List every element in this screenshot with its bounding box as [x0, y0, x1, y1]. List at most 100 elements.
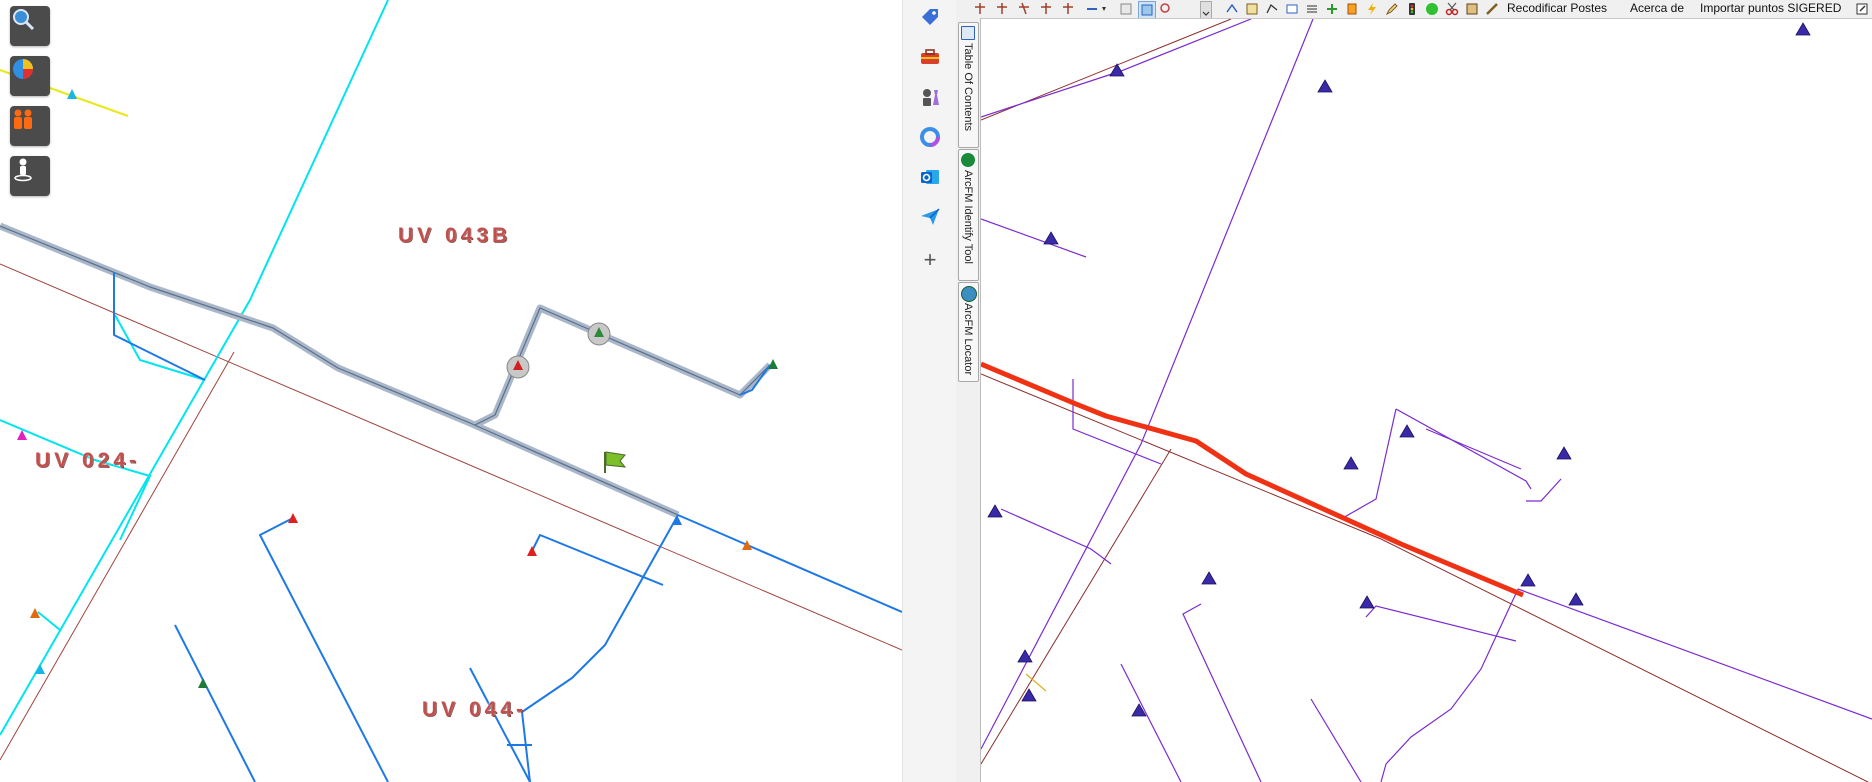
tool-button[interactable]: [1304, 1, 1320, 17]
add-app-button[interactable]: +: [917, 247, 943, 273]
tool-button[interactable]: [1364, 1, 1380, 17]
tool-button[interactable]: [994, 1, 1010, 17]
tool-button[interactable]: [1038, 1, 1054, 17]
magnifier-globe-icon: [13, 9, 35, 31]
feeder-lines: [0, 0, 389, 736]
tool-button[interactable]: [1244, 1, 1260, 17]
selected-line-segment[interactable]: [981, 361, 1524, 598]
pole-symbol[interactable]: [987, 504, 1003, 518]
parcel-lines: [0, 263, 902, 761]
pole-symbol[interactable]: [1568, 592, 1584, 606]
arc-parcel-lines: [981, 19, 1870, 782]
send-app-button[interactable]: [917, 204, 943, 230]
outlook-icon: [921, 170, 939, 184]
chevron-down-icon: [1202, 11, 1210, 16]
tool-button-active[interactable]: [1138, 1, 1156, 18]
arcmap-toolbar: Recodificar Postes Acerca de Importar pu…: [956, 0, 1872, 19]
arcmap-window: Recodificar Postes Acerca de Importar pu…: [956, 0, 1872, 782]
primary-branch-mid: [529, 534, 664, 586]
pie-chart-tool-button[interactable]: [10, 56, 50, 96]
chess-app-button[interactable]: [917, 84, 943, 110]
tool-button[interactable]: [1016, 1, 1032, 17]
tag-app-button[interactable]: [917, 4, 943, 30]
person-pin-icon: [14, 158, 32, 182]
toolbox-icon: [921, 49, 939, 64]
pole-symbol[interactable]: [1399, 424, 1415, 438]
chess-figure-icon: [923, 89, 939, 106]
zoom-search-tool-button[interactable]: [10, 6, 50, 46]
acerca-de-button[interactable]: Acerca de: [1630, 0, 1684, 16]
list-tool-icon: [1307, 5, 1317, 13]
pole-symbol[interactable]: [1359, 595, 1375, 609]
pole-symbol[interactable]: [1520, 573, 1536, 587]
web-map-view[interactable]: UV 043B UV 024- UV 044-: [0, 0, 902, 782]
edit-box-icon: [1856, 3, 1868, 15]
pole-marker-red[interactable]: [288, 513, 298, 523]
map-label-uv-043b: UV 043B: [398, 224, 512, 247]
pole-symbol[interactable]: [1317, 79, 1333, 93]
app-sidebar: +: [902, 0, 958, 782]
map-label-uv-044: UV 044-: [422, 698, 528, 721]
tool-button[interactable]: [1060, 1, 1076, 17]
arcmap-canvas[interactable]: [981, 19, 1872, 782]
scissors-icon: [1445, 2, 1459, 16]
map-tool-icon: [1141, 4, 1153, 16]
tool-button[interactable]: [1424, 1, 1440, 17]
tool-button[interactable]: [1854, 1, 1870, 17]
tool-button[interactable]: [1384, 1, 1400, 17]
pole-marker-green[interactable]: [198, 678, 208, 688]
scroll-button[interactable]: [1200, 1, 1212, 18]
arcmap-data-frame[interactable]: [981, 19, 1872, 782]
outlook-app-button[interactable]: [917, 164, 943, 190]
edit-pencil-icon: [1385, 3, 1398, 16]
arc-network-lines: [981, 19, 1872, 782]
tool-button[interactable]: [1404, 1, 1420, 17]
tool-button[interactable]: [1484, 1, 1500, 17]
tool-button[interactable]: [1464, 1, 1480, 17]
pole-symbol[interactable]: [1343, 456, 1359, 470]
feeder-line-main: [0, 0, 389, 736]
tool-button[interactable]: [1344, 1, 1360, 17]
tool-button[interactable]: [1264, 1, 1280, 17]
tool-button[interactable]: [1118, 1, 1134, 17]
pole-marker-cyan[interactable]: [35, 664, 45, 674]
tag-icon: [922, 9, 938, 25]
pole-symbol[interactable]: [1021, 688, 1037, 702]
dock-tab-table-of-contents[interactable]: Table Of Contents: [958, 22, 979, 148]
recodificar-postes-button[interactable]: Recodificar Postes: [1507, 0, 1607, 16]
tool-dropdown-button[interactable]: [1084, 1, 1110, 17]
trace-tool-icon: [1041, 3, 1051, 14]
pole-symbol[interactable]: [1043, 231, 1059, 245]
dock-tab-label: ArcFM Locator: [962, 303, 974, 376]
importar-puntos-sigered-button[interactable]: Importar puntos SIGERED: [1700, 0, 1841, 16]
notepad-icon: [1466, 3, 1478, 15]
web-map-canvas[interactable]: [0, 0, 902, 782]
people-tool-button[interactable]: [10, 106, 50, 146]
dock-panel-strip: Table Of Contents ArcFM Identify Tool Ar…: [956, 18, 981, 782]
parcel-line-diagonal: [0, 351, 235, 761]
tool-button[interactable]: [1224, 1, 1240, 17]
primary-line-east: [677, 514, 902, 613]
pole-marker-orange[interactable]: [742, 540, 752, 550]
flag-icon[interactable]: [604, 451, 627, 473]
toolbox-app-button[interactable]: [917, 44, 943, 70]
copilot-app-button[interactable]: [917, 124, 943, 150]
tool-button[interactable]: [1324, 1, 1340, 17]
pole-symbol[interactable]: [1795, 22, 1811, 36]
locate-person-tool-button[interactable]: [10, 156, 50, 196]
dock-tab-arcfm-identify-tool[interactable]: ArcFM Identify Tool: [958, 149, 979, 281]
dock-tab-arcfm-locator[interactable]: ArcFM Locator: [958, 282, 979, 382]
pole-marker-green[interactable]: [768, 359, 778, 369]
tool-button[interactable]: [972, 1, 988, 17]
feeder-branch-lower: [37, 611, 61, 631]
tool-button[interactable]: [1284, 1, 1300, 17]
network-tool-icon: [1226, 3, 1238, 13]
pole-marker-red[interactable]: [527, 546, 537, 556]
pole-symbol[interactable]: [1201, 571, 1217, 585]
feeder-branch-upper: [114, 314, 206, 381]
people-icon: [14, 109, 32, 129]
tool-button[interactable]: [1444, 1, 1460, 17]
tool-button[interactable]: [1158, 1, 1174, 17]
pole-symbol[interactable]: [1556, 446, 1572, 460]
pole-markers[interactable]: [17, 89, 778, 688]
